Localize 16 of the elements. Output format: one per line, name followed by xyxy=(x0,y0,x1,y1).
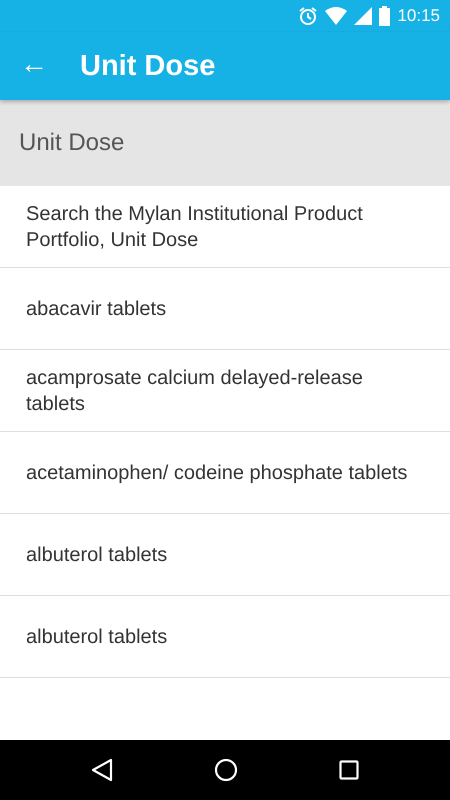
screen-title: Unit Dose xyxy=(80,50,216,82)
list-item[interactable]: albuterol tablets xyxy=(0,514,450,596)
wifi-icon xyxy=(325,7,348,25)
list-item[interactable]: abacavir tablets xyxy=(0,268,450,350)
section-header: Unit Dose xyxy=(0,100,450,186)
battery-icon xyxy=(379,6,390,26)
list-item[interactable]: albuterol tablets xyxy=(0,596,450,678)
home-icon[interactable] xyxy=(214,758,238,782)
recents-icon[interactable] xyxy=(339,760,360,780)
list-item[interactable]: acamprosate calcium delayed-release tablets xyxy=(0,350,450,432)
back-icon[interactable] xyxy=(90,758,113,782)
alarm-icon xyxy=(298,6,318,26)
list-item[interactable]: Search the Mylan Institutional Product Portfolio, Unit Dose xyxy=(0,186,450,268)
clock-time: 10:15 xyxy=(397,6,440,26)
list-item[interactable]: acetaminophen/ codeine phosphate tablets xyxy=(0,432,450,514)
signal-icon xyxy=(354,7,372,25)
